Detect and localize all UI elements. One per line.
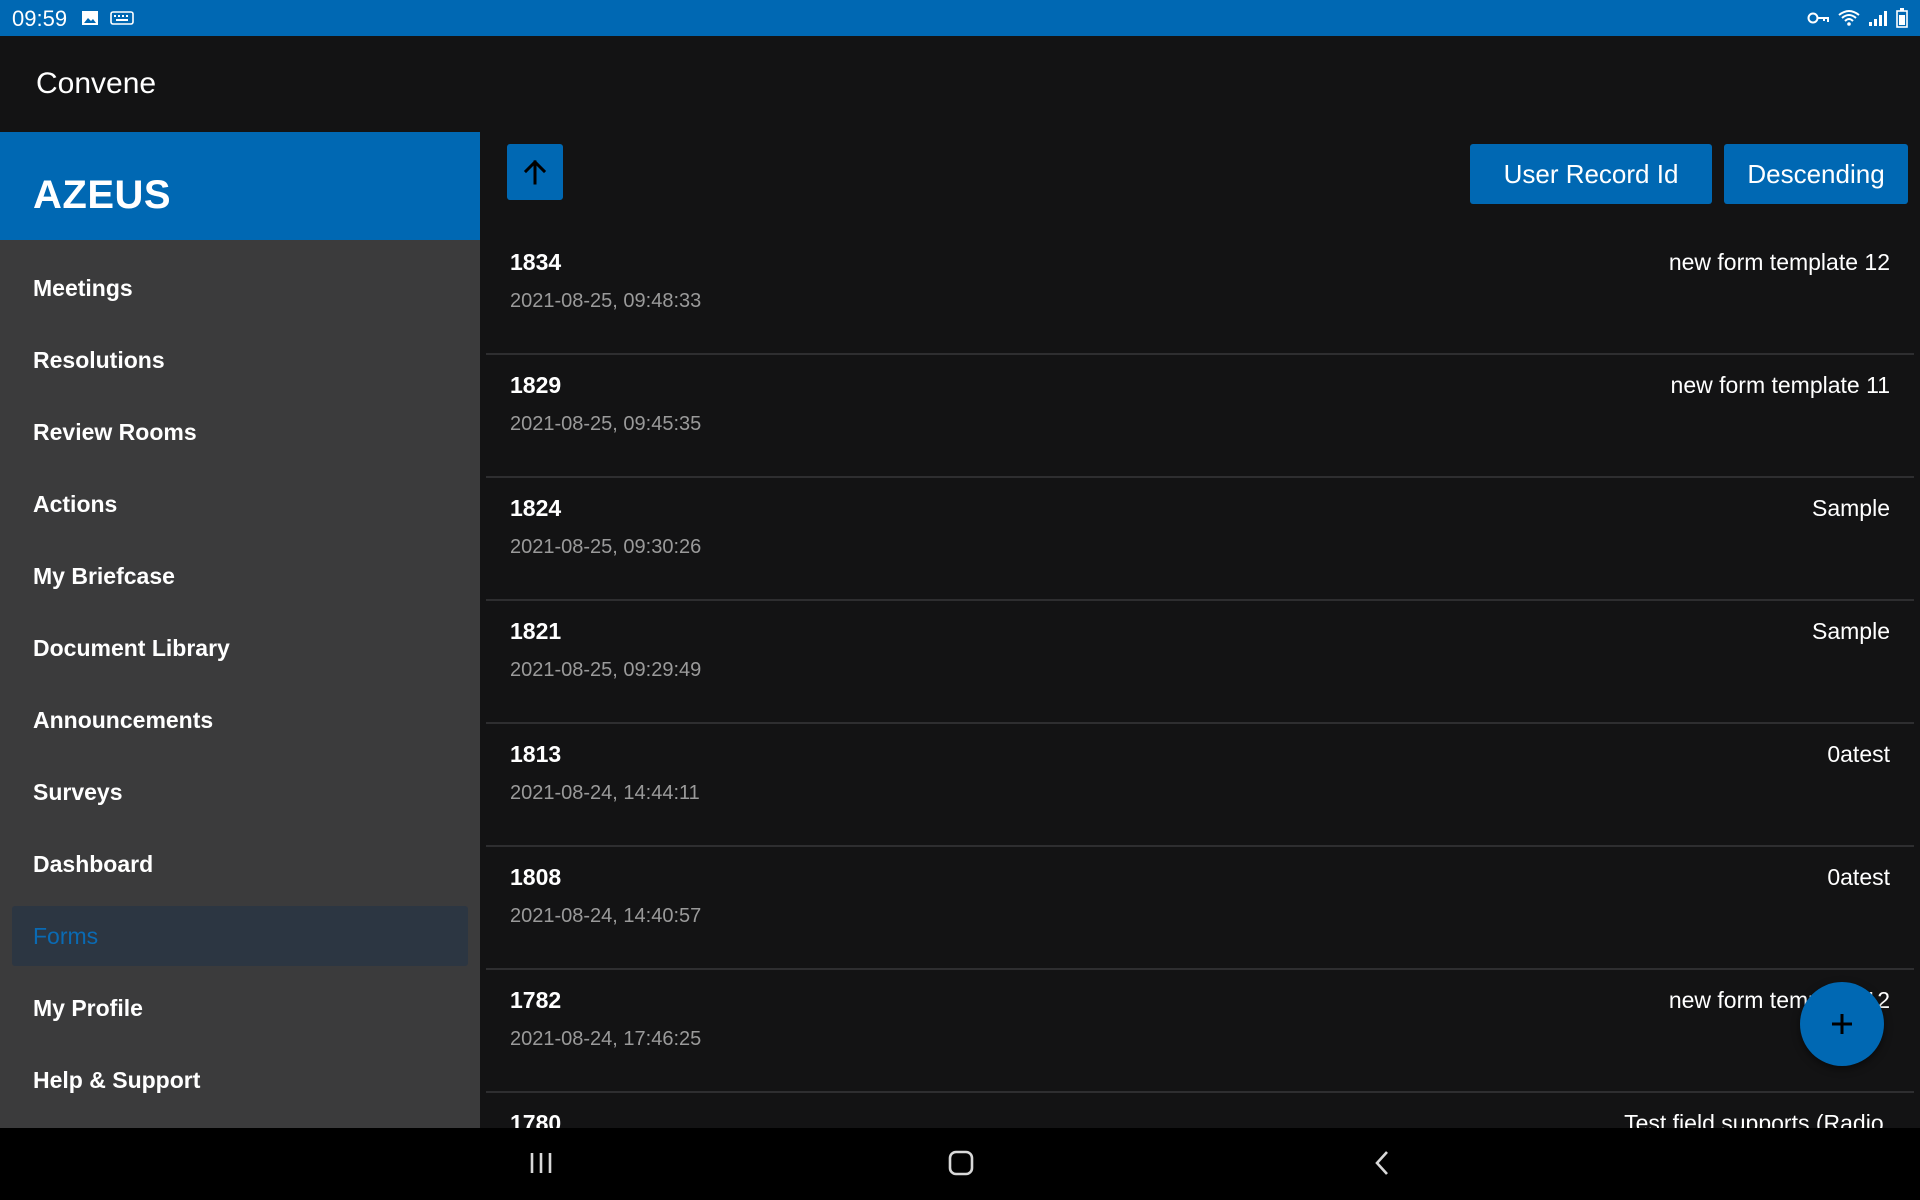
sidebar-item-label: Dashboard [33,851,154,877]
record-template-name: 0atest [1827,864,1890,890]
records-list: 1834 2021-08-25, 09:48:33 new form templ… [486,232,1914,1128]
sidebar-item-announcements[interactable]: Announcements [12,690,468,750]
sidebar-item-review-rooms[interactable]: Review Rooms [12,402,468,462]
list-item[interactable]: 1824 2021-08-25, 09:30:26 Sample [486,478,1914,601]
record-id: 1780 [510,1110,562,1128]
arrow-up-icon [523,159,547,185]
sidebar-item-label: Announcements [33,707,214,733]
sidebar-item-help-support[interactable]: Help & Support [12,1050,468,1110]
app-bar: Convene [0,36,1920,132]
sidebar-item-label: Meetings [33,275,133,301]
sidebar-item-label: Review Rooms [33,419,197,445]
record-date: 2021-08-24, 17:46:25 [510,1028,702,1050]
record-id: 1808 [510,864,562,890]
record-template-name: new form template 11 [1670,372,1890,398]
record-date: 2021-08-24, 14:40:57 [510,905,702,927]
keyboard-icon [110,11,134,25]
sidebar-item-dashboard[interactable]: Dashboard [12,834,468,894]
list-item[interactable]: 1782 2021-08-24, 17:46:25 new form templ… [486,970,1914,1093]
sidebar-item-label: Forms [33,923,99,949]
scroll-up-button[interactable] [507,144,563,200]
record-date: 2021-08-24, 14:44:11 [510,782,700,804]
sidebar-item-actions[interactable]: Actions [12,474,468,534]
record-date: 2021-08-25, 09:45:35 [510,413,702,435]
record-template-name: Test field supports (Radio, [1624,1110,1890,1128]
sidebar-item-surveys[interactable]: Surveys [12,762,468,822]
record-template-name: Sample [1812,618,1890,644]
sidebar-item-my-briefcase[interactable]: My Briefcase [12,546,468,606]
record-date: 2021-08-25, 09:48:33 [510,290,702,312]
record-id: 1782 [510,987,562,1013]
list-item[interactable]: 1821 2021-08-25, 09:29:49 Sample [486,601,1914,724]
record-date: 2021-08-25, 09:29:49 [510,659,702,681]
list-item[interactable]: 1829 2021-08-25, 09:45:35 new form templ… [486,355,1914,478]
app-title: Convene [36,67,157,100]
home-icon[interactable] [946,1148,976,1178]
record-id: 1834 [510,249,562,275]
add-form-button[interactable] [1800,982,1884,1066]
list-item[interactable]: 1808 2021-08-24, 14:40:57 0atest [486,847,1914,970]
list-item[interactable]: 1834 2021-08-25, 09:48:33 new form templ… [486,232,1914,355]
record-template-name: new form template 12 [1668,249,1890,275]
sort-order-button[interactable]: Descending [1724,144,1908,204]
forms-main: User Record Id Descending 1834 2021-08-2… [480,132,1920,1128]
record-id: 1824 [510,495,562,521]
status-bar: 09:59 [0,0,1920,36]
system-nav-bar [0,1128,1920,1200]
image-icon [82,11,98,25]
list-item[interactable]: 1813 2021-08-24, 14:44:11 0atest [486,724,1914,847]
plus-icon [1832,1014,1852,1034]
record-id: 1813 [510,741,562,767]
record-id: 1821 [510,618,562,644]
sidebar-item-label: Document Library [33,635,230,661]
wifi-icon [1838,10,1860,26]
sidebar-item-meetings[interactable]: Meetings [12,258,468,318]
signal-icon [1869,11,1887,26]
battery-icon [1896,8,1908,28]
vpn-key-icon [1807,12,1829,24]
brand-header: AZEUS [0,132,480,240]
sidebar-item-label: Resolutions [33,347,165,373]
record-template-name: Sample [1812,495,1890,521]
sort-field-button[interactable]: User Record Id [1470,144,1712,204]
sidebar-item-label: My Profile [33,995,143,1021]
recent-apps-icon[interactable] [526,1148,556,1178]
status-time: 09:59 [12,6,68,31]
brand-name: AZEUS [33,173,172,217]
sidebar-item-forms[interactable]: Forms [12,906,468,966]
record-date: 2021-08-25, 09:30:26 [510,536,702,558]
sidebar: AZEUS Meetings Resolutions Review Rooms … [0,132,480,1128]
sidebar-item-label: Surveys [33,779,123,805]
sidebar-item-label: My Briefcase [33,563,175,589]
sidebar-item-resolutions[interactable]: Resolutions [12,330,468,390]
record-id: 1829 [510,372,562,398]
back-icon[interactable] [1368,1148,1398,1178]
sidebar-item-label: Actions [33,491,118,517]
list-item[interactable]: 1780 Test field supports (Radio, [486,1093,1914,1128]
sidebar-item-my-profile[interactable]: My Profile [12,978,468,1038]
record-template-name: 0atest [1827,741,1890,767]
sidebar-item-label: Help & Support [33,1067,201,1093]
sidebar-item-document-library[interactable]: Document Library [12,618,468,678]
